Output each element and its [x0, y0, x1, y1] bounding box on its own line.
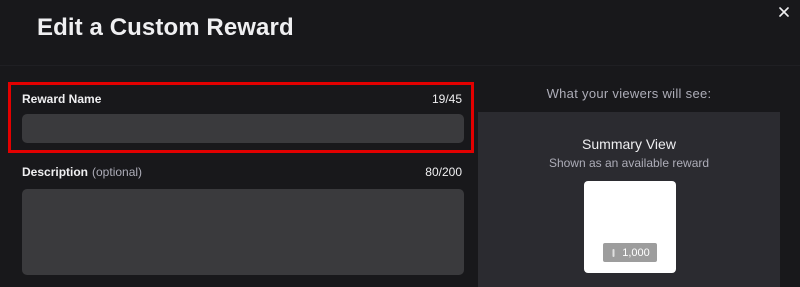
reward-name-field: Reward Name 19/45	[22, 92, 464, 143]
reward-name-label: Reward Name	[22, 92, 102, 106]
description-header: Description (optional) 80/200	[22, 165, 464, 181]
description-label-wrap: Description (optional)	[22, 165, 142, 179]
reward-card-preview[interactable]: 1,000	[584, 181, 676, 273]
header-divider	[0, 65, 800, 66]
summary-view-subtitle: Shown as an available reward	[548, 156, 710, 170]
reward-name-input[interactable]	[22, 114, 464, 143]
description-field: Description (optional) 80/200	[22, 165, 464, 280]
description-counter: 80/200	[425, 165, 462, 179]
reward-cost-badge: 1,000	[603, 243, 657, 262]
close-icon	[779, 7, 789, 17]
reward-name-header: Reward Name 19/45	[22, 92, 464, 108]
description-optional-label: (optional)	[92, 165, 143, 179]
reward-cost-value: 1,000	[622, 246, 650, 259]
channel-points-icon	[610, 248, 617, 257]
description-label: Description	[22, 165, 89, 179]
modal-title: Edit a Custom Reward	[37, 14, 294, 41]
summary-view-title: Summary View	[582, 136, 676, 152]
reward-name-counter: 19/45	[431, 92, 462, 106]
description-textarea[interactable]	[22, 189, 464, 275]
preview-panel: Summary View Shown as an available rewar…	[478, 112, 780, 287]
close-button[interactable]	[774, 2, 794, 22]
preview-heading: What your viewers will see:	[546, 86, 712, 101]
